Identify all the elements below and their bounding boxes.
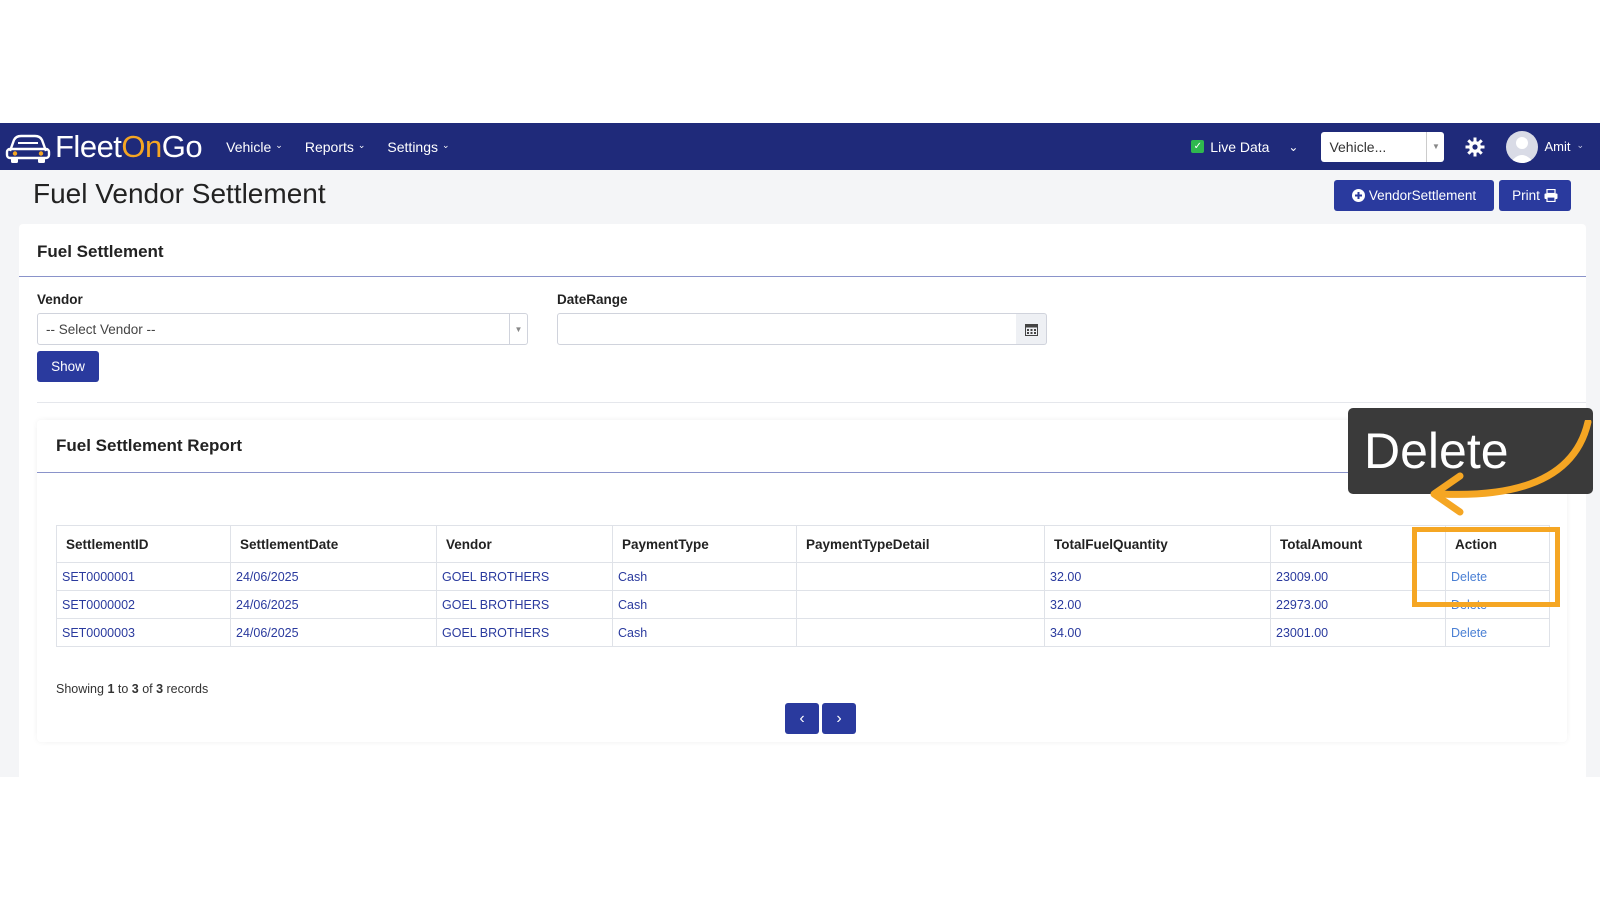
navbar-right: ✓ Live Data ⌄ Vehicle... ▼ Amit ⌄	[1191, 123, 1600, 170]
daterange-input[interactable]	[557, 313, 1017, 345]
table-row: SET0000003 24/06/2025 GOEL BROTHERS Cash…	[56, 618, 1550, 647]
chevron-down-icon[interactable]: ⌄	[1283, 140, 1303, 154]
column-header[interactable]: PaymentType	[612, 525, 797, 563]
chevron-right-icon: ›	[836, 709, 842, 727]
report-panel: Fuel Settlement Report SettlementID Sett…	[37, 420, 1567, 742]
table-row: SET0000002 24/06/2025 GOEL BROTHERS Cash…	[56, 590, 1550, 619]
logo-go-text: Go	[161, 128, 203, 164]
divider	[37, 472, 1567, 473]
payment-type: Cash	[612, 590, 797, 619]
live-data-label: Live Data	[1210, 138, 1270, 155]
menu-settings[interactable]: Settings ⌄	[387, 139, 449, 155]
chevron-down-icon: ⌄	[442, 140, 450, 150]
calendar-icon[interactable]	[1016, 313, 1047, 345]
plus-circle-icon	[1351, 189, 1365, 202]
logo-wordmark: FleetOnGo	[55, 128, 203, 165]
divider	[37, 402, 1586, 403]
settlement-date: 24/06/2025	[230, 562, 437, 591]
payment-type-detail	[796, 590, 1045, 619]
total-fuel-quantity: 32.00	[1044, 590, 1271, 619]
vendor-select[interactable]: -- Select Vendor -- ▼	[37, 313, 528, 345]
delete-callout-tooltip: Delete	[1348, 408, 1593, 494]
settlement-id: SET0000001	[56, 562, 231, 591]
menu-reports[interactable]: Reports ⌄	[305, 139, 366, 155]
menu-vehicle-label: Vehicle	[226, 138, 272, 155]
column-header[interactable]: PaymentTypeDetail	[796, 525, 1045, 563]
payment-type-detail	[796, 562, 1045, 591]
payment-type: Cash	[612, 562, 797, 591]
show-label: Show	[51, 359, 85, 374]
settlement-id: SET0000003	[56, 618, 231, 647]
logo-on-text: On	[121, 128, 162, 164]
settlement-table: SettlementID SettlementDate Vendor Payme…	[56, 525, 1550, 647]
column-header[interactable]: SettlementDate	[230, 525, 437, 563]
car-logo-icon	[5, 134, 51, 163]
column-header[interactable]: Vendor	[436, 525, 613, 563]
checkbox-checked-icon: ✓	[1191, 140, 1205, 153]
settlement-date: 24/06/2025	[230, 590, 437, 619]
fuel-settlement-card: Fuel Settlement Vendor -- Select Vendor …	[19, 224, 1586, 777]
page-title: Fuel Vendor Settlement	[33, 178, 326, 209]
menu-vehicle[interactable]: Vehicle ⌄	[226, 139, 283, 155]
column-header[interactable]: TotalFuelQuantity	[1044, 525, 1271, 563]
vendor-label: Vendor	[37, 292, 83, 307]
total-fuel-quantity: 32.00	[1044, 562, 1271, 591]
dropdown-arrow-icon: ▼	[1426, 131, 1444, 162]
vendor-cell: GOEL BROTHERS	[436, 618, 613, 647]
divider	[19, 276, 1586, 277]
summary-to-word: to	[114, 682, 132, 696]
total-amount: 23001.00	[1270, 618, 1446, 647]
report-title: Fuel Settlement Report	[56, 436, 243, 455]
live-data-toggle[interactable]: ✓ Live Data	[1191, 139, 1269, 155]
summary-suffix: records	[163, 682, 209, 696]
action-column-highlight	[1412, 527, 1560, 607]
printer-icon	[1544, 189, 1558, 202]
show-button[interactable]: Show	[37, 351, 99, 382]
user-menu[interactable]: Amit ⌄	[1506, 130, 1584, 163]
table-header-row: SettlementID SettlementDate Vendor Payme…	[56, 525, 1550, 563]
settlement-id: SET0000002	[56, 590, 231, 619]
vehicle-select-value: Vehicle...	[1329, 138, 1387, 155]
vendor-settlement-label: VendorSettlement	[1368, 188, 1477, 203]
settlement-date: 24/06/2025	[230, 618, 437, 647]
next-page-button[interactable]: ›	[822, 703, 856, 734]
summary-prefix: Showing	[56, 682, 108, 696]
chevron-down-icon: ⌄	[1576, 140, 1584, 150]
add-vendor-settlement-button[interactable]: VendorSettlement	[1334, 180, 1494, 211]
logo-fleet-text: Fleet	[55, 128, 122, 164]
card-title: Fuel Settlement	[37, 242, 164, 261]
payment-type: Cash	[612, 618, 797, 647]
chevron-down-icon: ⌄	[357, 140, 366, 150]
records-summary: Showing 1 to 3 of 3 records	[56, 682, 208, 696]
previous-page-button[interactable]: ‹	[785, 703, 819, 734]
tooltip-text: Delete	[1364, 423, 1509, 479]
summary-to: 3	[131, 682, 139, 696]
chevron-left-icon: ‹	[799, 709, 805, 727]
gear-icon[interactable]	[1464, 136, 1486, 158]
chevron-down-icon: ⌄	[275, 140, 283, 150]
menu-settings-label: Settings	[387, 138, 439, 155]
print-button[interactable]: Print	[1499, 180, 1571, 211]
dropdown-arrow-icon: ▼	[509, 314, 527, 344]
vendor-cell: GOEL BROTHERS	[436, 590, 613, 619]
vendor-cell: GOEL BROTHERS	[436, 562, 613, 591]
vehicle-select[interactable]: Vehicle... ▼	[1321, 131, 1445, 162]
summary-of-word: of	[138, 682, 157, 696]
print-label: Print	[1512, 188, 1540, 203]
column-header[interactable]: SettlementID	[56, 525, 231, 563]
vendor-select-value: -- Select Vendor --	[46, 321, 156, 337]
user-name: Amit	[1544, 139, 1571, 154]
fleetongo-logo[interactable]: FleetOnGo	[4, 123, 203, 170]
summary-total: 3	[156, 682, 164, 696]
main-menu: Vehicle ⌄ Reports ⌄ Settings ⌄	[226, 139, 449, 155]
delete-link[interactable]: Delete	[1445, 618, 1550, 647]
menu-reports-label: Reports	[304, 138, 354, 155]
avatar	[1506, 130, 1539, 163]
table-row: SET0000001 24/06/2025 GOEL BROTHERS Cash…	[56, 562, 1550, 591]
total-fuel-quantity: 34.00	[1044, 618, 1271, 647]
payment-type-detail	[796, 618, 1045, 647]
top-navbar: FleetOnGo Vehicle ⌄ Reports ⌄ Settings ⌄ ✓ …	[0, 123, 1600, 170]
daterange-label: DateRange	[557, 292, 628, 307]
